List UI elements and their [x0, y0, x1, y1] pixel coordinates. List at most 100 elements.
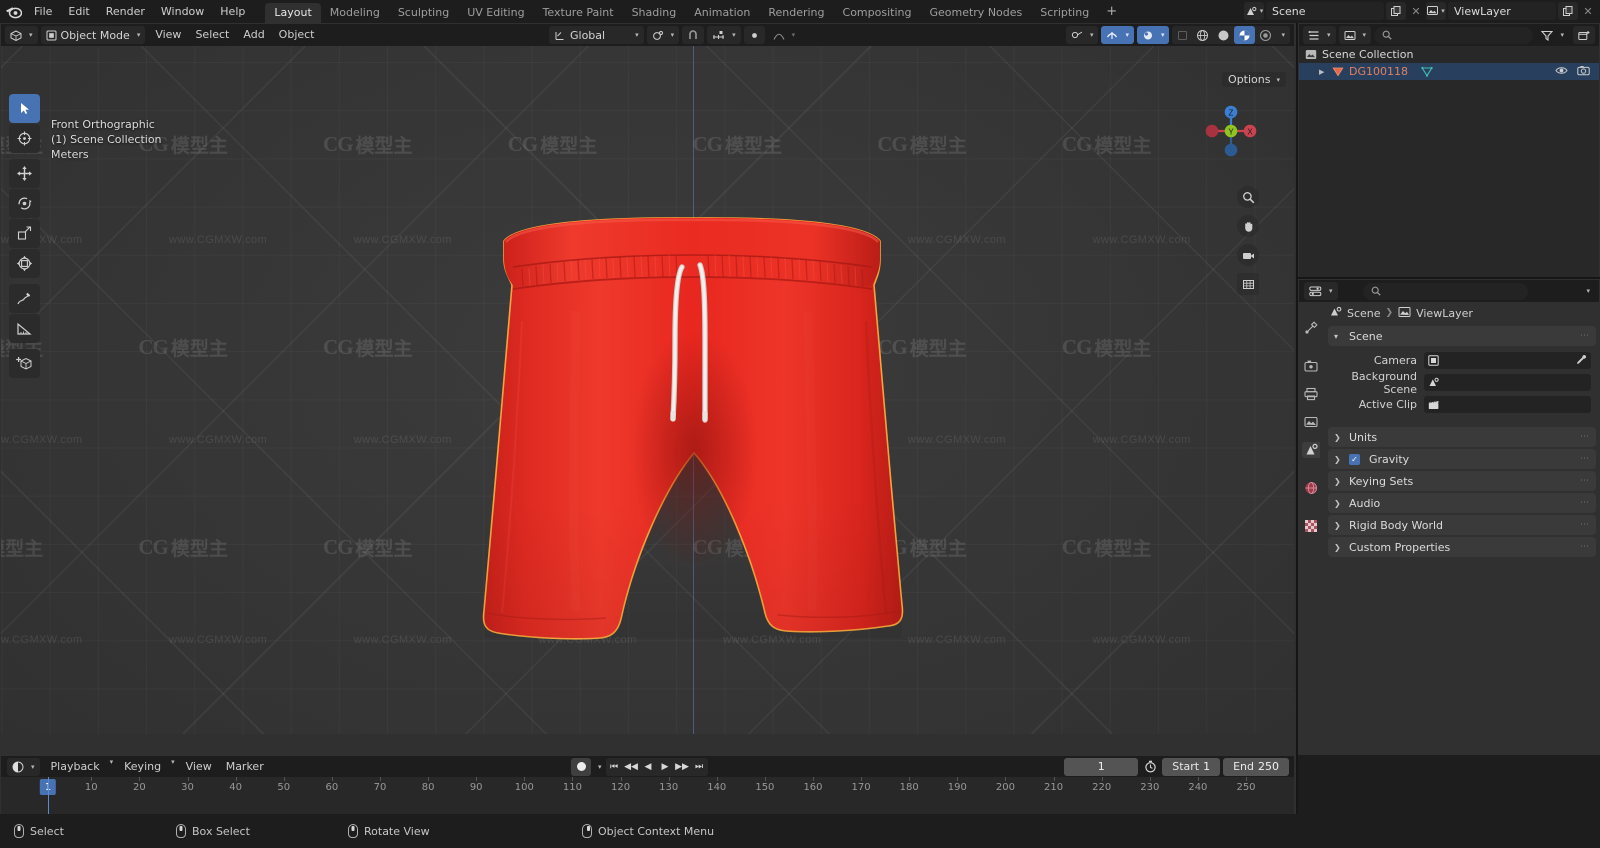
- timeline-editor-type-selector[interactable]: ▾: [7, 757, 40, 776]
- timeline-ruler[interactable]: 10 20 30 40 50 60 70 80 90 100 110 120 130 140 150 160 1…: [1, 777, 1294, 814]
- toggle-xray-square-icon[interactable]: [1172, 26, 1192, 44]
- play-button[interactable]: ▶: [657, 758, 674, 776]
- properties-options-chevron-icon[interactable]: ▾: [1586, 287, 1594, 295]
- vertical-splitter[interactable]: [1296, 23, 1298, 814]
- remove-scene-button[interactable]: ✕: [1408, 5, 1424, 18]
- grid-perspective-icon[interactable]: [1237, 273, 1259, 295]
- pivot-point-selector[interactable]: ▾: [646, 26, 680, 44]
- workspace-tab-sculpting[interactable]: Sculpting: [389, 3, 458, 23]
- camera-render-icon[interactable]: [1577, 65, 1590, 79]
- workspace-tab-rendering[interactable]: Rendering: [759, 3, 833, 23]
- outliner-tree[interactable]: Scene Collection ▶ DG100118: [1299, 46, 1599, 278]
- keying-options-chevron-icon[interactable]: ▾: [598, 763, 602, 771]
- breadcrumb-viewlayer[interactable]: ViewLayer: [1416, 307, 1473, 320]
- navigation-gizmo[interactable]: Z X Y: [1200, 100, 1262, 162]
- menu-render[interactable]: Render: [98, 3, 153, 21]
- snap-target-selector[interactable]: ▾: [707, 26, 741, 44]
- properties-panel-audio[interactable]: ❯ Audio ⋯: [1328, 493, 1596, 513]
- properties-panel-scene[interactable]: ▾ Scene ⋯: [1328, 326, 1596, 346]
- menu-file[interactable]: File: [26, 3, 60, 21]
- solid-shading-icon[interactable]: [1213, 26, 1234, 44]
- rendered-shading-icon[interactable]: [1255, 26, 1276, 44]
- shorts-3d-model[interactable]: [456, 201, 926, 676]
- proportional-edit-toggle[interactable]: [743, 26, 765, 44]
- scene-icon[interactable]: ▾: [1244, 2, 1264, 20]
- scene-name-field[interactable]: Scene: [1266, 2, 1384, 20]
- jump-to-start-button[interactable]: ⏮: [606, 758, 623, 776]
- remove-viewlayer-button[interactable]: ✕: [1580, 5, 1596, 18]
- add-workspace-button[interactable]: +: [1098, 2, 1125, 22]
- expand-triangle-icon[interactable]: ▶: [1319, 68, 1327, 76]
- cursor-tool[interactable]: [9, 124, 40, 153]
- property-field-camera[interactable]: [1424, 352, 1591, 369]
- transform-orientation-selector[interactable]: Global ▾: [549, 26, 644, 44]
- proportional-falloff-selector[interactable]: ▾: [768, 26, 801, 44]
- viewlayer-name-field[interactable]: ViewLayer: [1448, 2, 1556, 20]
- interaction-mode-selector[interactable]: Object Mode ▾: [40, 26, 146, 44]
- auto-keying-record-icon[interactable]: [571, 757, 591, 776]
- workspace-tab-uv-editing[interactable]: UV Editing: [458, 3, 533, 23]
- chevron-right-icon[interactable]: ❯: [1334, 477, 1344, 486]
- outliner-row-dg100118[interactable]: ▶ DG100118: [1299, 63, 1599, 80]
- chevron-right-icon[interactable]: ❯: [1334, 543, 1344, 552]
- shading-options-chevron-icon[interactable]: ▾: [1279, 31, 1290, 39]
- world-tab[interactable]: [1302, 480, 1320, 496]
- viewport-menu-add[interactable]: Add: [236, 26, 271, 44]
- properties-panel-custom-properties[interactable]: ❯ Custom Properties ⋯: [1328, 537, 1596, 557]
- jump-to-prev-keyframe-button[interactable]: ◀◀: [623, 758, 640, 776]
- property-field-background-scene[interactable]: [1424, 374, 1591, 391]
- workspace-tab-layout[interactable]: Layout: [265, 3, 321, 23]
- tool-tab[interactable]: [1302, 320, 1320, 336]
- timeline-menu-playback[interactable]: Playback: [44, 758, 107, 776]
- current-frame-field[interactable]: 1: [1064, 757, 1139, 776]
- chevron-down-icon[interactable]: ▾: [110, 758, 114, 776]
- render-tab[interactable]: [1302, 358, 1320, 374]
- properties-editor-type-selector[interactable]: ▾: [1304, 282, 1338, 300]
- viewport-menu-select[interactable]: Select: [188, 26, 236, 44]
- menu-window[interactable]: Window: [153, 3, 212, 21]
- viewport-menu-object[interactable]: Object: [272, 26, 322, 44]
- outliner-display-mode-selector[interactable]: ▾: [1338, 26, 1372, 44]
- scene-tab[interactable]: [1302, 442, 1320, 458]
- property-field-active-clip[interactable]: [1424, 396, 1591, 413]
- properties-panel-gravity[interactable]: ❯ ✓ Gravity ⋯: [1328, 449, 1596, 469]
- chevron-right-icon[interactable]: ❯: [1334, 433, 1344, 442]
- outliner-row-scene-collection[interactable]: Scene Collection: [1299, 46, 1599, 63]
- eyedropper-icon[interactable]: [1576, 354, 1587, 368]
- rotate-tool[interactable]: [9, 189, 40, 218]
- properties-panel-rigid-body-world[interactable]: ❯ Rigid Body World ⋯: [1328, 515, 1596, 535]
- magnifier-icon[interactable]: [1237, 186, 1259, 208]
- breadcrumb-scene[interactable]: Scene: [1347, 307, 1381, 320]
- viewlayer-tab[interactable]: [1302, 414, 1320, 430]
- menu-help[interactable]: Help: [212, 3, 253, 21]
- workspace-tab-animation[interactable]: Animation: [685, 3, 759, 23]
- workspace-tab-scripting[interactable]: Scripting: [1031, 3, 1098, 23]
- outliner-search-input[interactable]: [1374, 26, 1534, 44]
- move-tool[interactable]: [9, 159, 40, 188]
- tweak-select-box-tool[interactable]: [9, 94, 40, 123]
- transform-tool[interactable]: [9, 249, 40, 278]
- hand-icon[interactable]: [1237, 215, 1259, 237]
- workspace-tab-shading[interactable]: Shading: [623, 3, 686, 23]
- snap-toggle-button[interactable]: [682, 26, 705, 44]
- workspace-tab-geometry-nodes[interactable]: Geometry Nodes: [920, 3, 1031, 23]
- gravity-checkbox[interactable]: ✓: [1349, 453, 1360, 465]
- properties-panel-units[interactable]: ❯ Units ⋯: [1328, 427, 1596, 447]
- workspace-tab-compositing[interactable]: Compositing: [834, 3, 921, 23]
- timeline-menu-marker[interactable]: Marker: [219, 758, 271, 776]
- outliner-editor-type-selector[interactable]: ▾: [1303, 26, 1336, 44]
- viewport-canvas[interactable]: CG模型主CG模型主CG模型主CG模型主CG模型主CG模型主CG模型主www.C…: [1, 46, 1294, 734]
- chevron-right-icon[interactable]: ❯: [1334, 521, 1344, 530]
- properties-panel-keying-sets[interactable]: ❯ Keying Sets ⋯: [1328, 471, 1596, 491]
- workspace-tab-texture-paint[interactable]: Texture Paint: [534, 3, 623, 23]
- output-tab[interactable]: [1302, 386, 1320, 402]
- camera-icon[interactable]: [1237, 244, 1259, 266]
- start-frame-field[interactable]: Start 1: [1162, 757, 1221, 776]
- overlays-toggle[interactable]: ▾: [1101, 26, 1134, 44]
- texture-tab[interactable]: [1302, 518, 1320, 534]
- new-collection-icon[interactable]: [1573, 26, 1595, 44]
- material-preview-shading-icon[interactable]: [1234, 26, 1256, 44]
- chevron-down-icon[interactable]: ▾: [1334, 332, 1344, 341]
- chevron-down-icon[interactable]: ▾: [171, 758, 175, 776]
- scale-tool[interactable]: [9, 219, 40, 248]
